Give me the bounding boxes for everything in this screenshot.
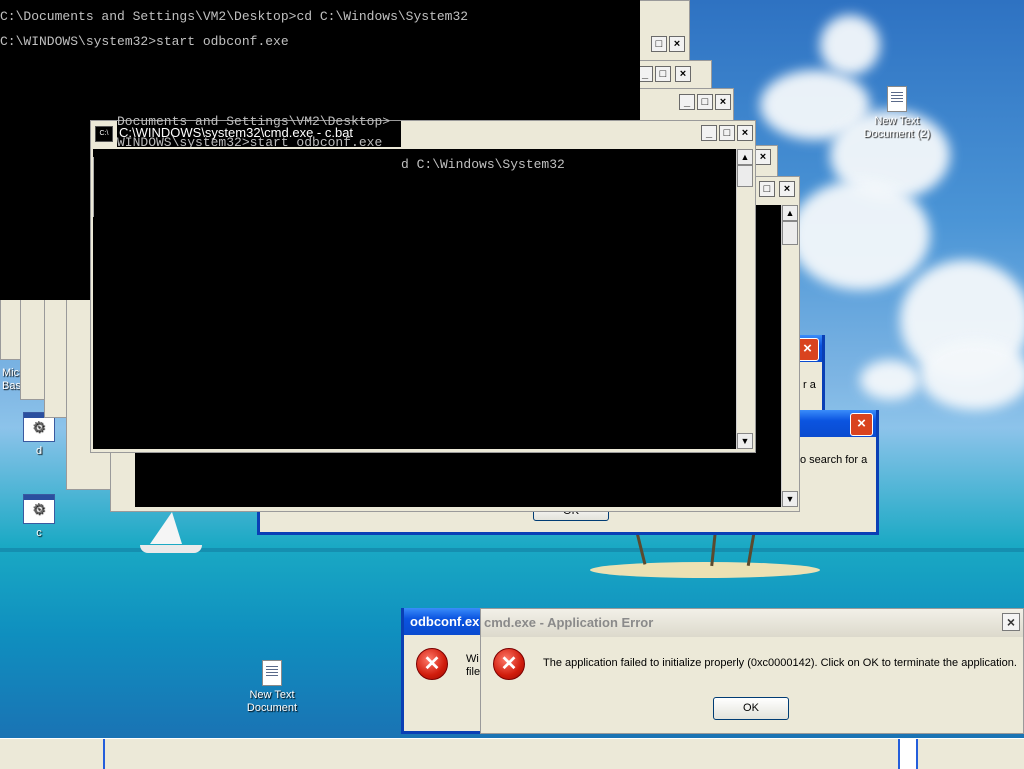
desktop-icon-c[interactable]: c	[0, 494, 79, 540]
maximize-icon[interactable]: □	[697, 94, 713, 110]
scroll-down-icon[interactable]: ▼	[737, 433, 753, 449]
close-icon[interactable]: ×	[737, 125, 753, 141]
icon-label: New Text	[249, 689, 295, 701]
dialog-title: cmd.exe - Application Error	[484, 615, 654, 630]
ghost-text: WINDOWS\system32>start odbconf.exe	[117, 135, 383, 147]
scroll-down-icon[interactable]: ▼	[782, 491, 798, 507]
cmd-window-c-bat[interactable]: C:\ Documents and Settings\VM2\Desktop> …	[90, 114, 756, 453]
maximize-icon[interactable]: □	[655, 66, 671, 82]
ok-button[interactable]: OK	[713, 697, 789, 720]
icon-label: Document (2)	[863, 128, 931, 140]
error-icon: ✕	[493, 648, 525, 680]
text-document-icon	[262, 660, 282, 686]
close-icon[interactable]: ×	[669, 36, 685, 52]
icon-label: Document	[246, 702, 298, 714]
scroll-up-icon[interactable]: ▲	[782, 205, 798, 221]
close-icon[interactable]: ×	[675, 66, 691, 82]
minimize-icon[interactable]: _	[679, 94, 695, 110]
icon-label: New Text	[874, 115, 920, 127]
console-body[interactable]: d C:\Windows\System32	[93, 149, 736, 449]
maximize-icon[interactable]: □	[759, 181, 775, 197]
error-message: The application failed to initialize pro…	[543, 657, 1017, 669]
minimize-icon[interactable]: _	[701, 125, 717, 141]
console-line: C:\WINDOWS\system32>start odbconf.exe	[0, 34, 289, 49]
vertical-scrollbar[interactable]: ▲ ▼	[781, 205, 799, 507]
dialog-text-fragment: o search for a	[800, 454, 868, 466]
icon-label: c	[36, 527, 42, 539]
close-icon[interactable]: ×	[715, 94, 731, 110]
error-icon: ✕	[416, 648, 448, 680]
island	[590, 562, 820, 578]
close-icon[interactable]: ×	[779, 181, 795, 197]
taskbar-divider	[103, 739, 105, 769]
close-icon[interactable]: ×	[850, 413, 873, 436]
scroll-thumb[interactable]	[782, 221, 798, 245]
application-error-dialog[interactable]: cmd.exe - Application Error × ✕ The appl…	[480, 608, 1024, 734]
desktop-icon-new-text-document[interactable]: New Text Document	[232, 660, 312, 715]
batch-file-icon	[23, 494, 55, 524]
window-titlebar[interactable]: C:\ Documents and Settings\VM2\Desktop> …	[91, 114, 755, 147]
taskbar-notification-handle[interactable]	[898, 739, 918, 769]
scroll-thumb[interactable]	[737, 165, 753, 187]
text-document-icon	[887, 86, 907, 112]
close-icon[interactable]: ×	[1002, 613, 1020, 631]
close-icon[interactable]: ×	[755, 149, 771, 165]
dialog-text-fragment: file	[466, 666, 481, 678]
desktop-icon-new-text-document-2[interactable]: New Text Document (2)	[857, 86, 937, 141]
cmd-app-icon: C:\	[95, 126, 113, 142]
dialog-text-fragment: r a	[803, 379, 816, 391]
dialog-text-fragment: Wi	[466, 653, 479, 665]
dialog-titlebar[interactable]: cmd.exe - Application Error ×	[481, 609, 1023, 637]
scroll-up-icon[interactable]: ▲	[737, 149, 753, 165]
maximize-icon[interactable]: □	[651, 36, 667, 52]
vertical-scrollbar[interactable]: ▲ ▼	[736, 149, 754, 449]
console-line: d C:\Windows\System32	[401, 157, 565, 172]
text-cursor	[93, 157, 94, 217]
sailboat	[150, 512, 182, 544]
taskbar[interactable]	[0, 738, 1024, 769]
maximize-icon[interactable]: □	[719, 125, 735, 141]
console-line: C:\Documents and Settings\VM2\Desktop>cd…	[0, 9, 469, 24]
dialog-title: odbconf.exe	[410, 614, 487, 629]
